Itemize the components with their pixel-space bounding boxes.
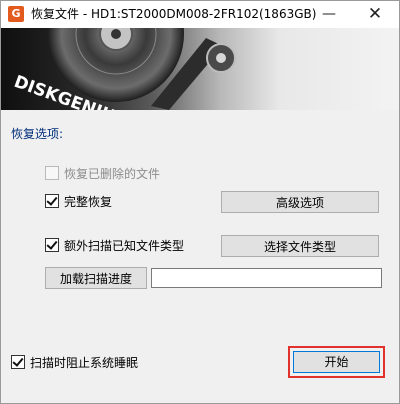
checkbox-box — [45, 166, 59, 180]
checkbox-box — [11, 355, 25, 369]
diskgenius-banner: DISKGENIUS — [1, 28, 399, 110]
checkmark-icon — [46, 194, 58, 206]
extra-scan-label: 额外扫描已知文件类型 — [64, 238, 185, 253]
prevent-sleep-label: 扫描时阻止系统睡眠 — [30, 355, 139, 370]
minimize-button[interactable]: — — [307, 1, 351, 28]
hard-disk-illustration: DISKGENIUS — [11, 28, 236, 110]
prevent-sleep-checkbox[interactable]: 扫描时阻止系统睡眠 — [11, 354, 138, 370]
title-bar: G 恢复文件 - HD1:ST2000DM008-2FR102(1863GB) … — [1, 1, 399, 28]
diskgenius-app-icon: G — [8, 6, 24, 22]
checkmark-icon — [12, 355, 24, 367]
extra-scan-checkbox[interactable]: 额外扫描已知文件类型 — [45, 237, 184, 253]
recover-deleted-label: 恢复已删除的文件 — [64, 166, 161, 181]
start-button[interactable]: 开始 — [293, 351, 380, 373]
recover-files-window: G 恢复文件 - HD1:ST2000DM008-2FR102(1863GB) … — [0, 0, 400, 404]
window-title: 恢复文件 - HD1:ST2000DM008-2FR102(1863GB) — [31, 7, 317, 21]
close-button[interactable]: ✕ — [353, 1, 397, 28]
recovery-options-label: 恢复选项: — [11, 127, 64, 141]
load-scan-progress-button[interactable]: 加载扫描进度 — [45, 267, 147, 289]
full-recovery-label: 完整恢复 — [64, 194, 113, 209]
advanced-options-button[interactable]: 高级选项 — [221, 191, 379, 213]
select-file-types-button[interactable]: 选择文件类型 — [221, 235, 379, 257]
checkbox-box — [45, 238, 59, 252]
full-recovery-checkbox[interactable]: 完整恢复 — [45, 193, 112, 209]
scan-progress-path-field[interactable] — [151, 268, 382, 288]
recover-deleted-checkbox[interactable]: 恢复已删除的文件 — [45, 165, 160, 181]
checkbox-box — [45, 194, 59, 208]
checkmark-icon — [46, 238, 58, 250]
start-button-highlight: 开始 — [288, 346, 385, 378]
